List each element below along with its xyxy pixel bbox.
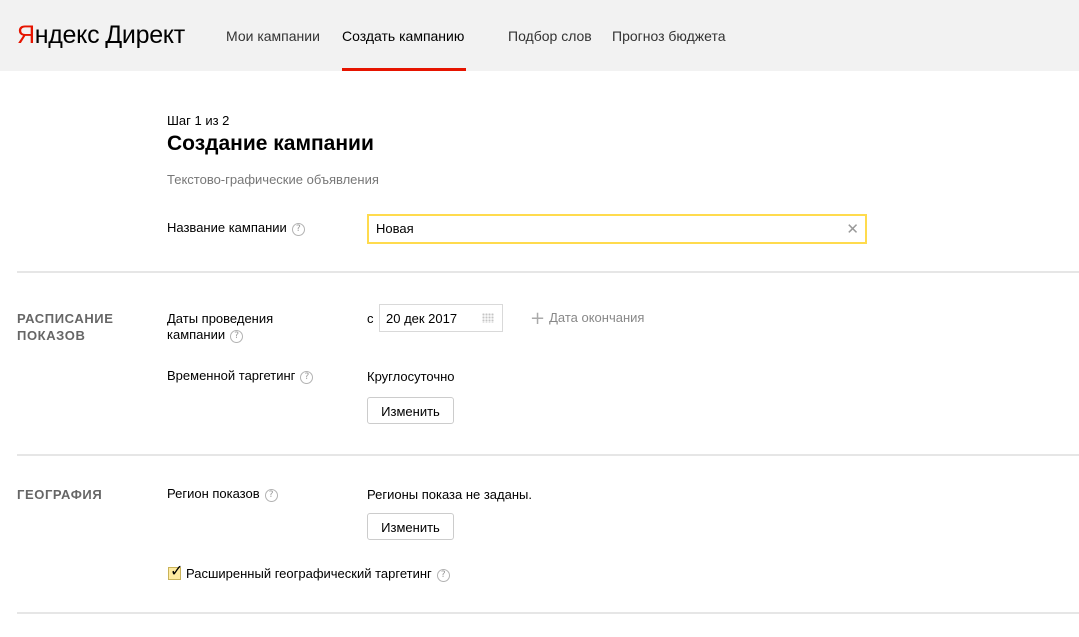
yandex-direct-logo[interactable]: Яндекс Директ (17, 20, 185, 50)
change-region-button[interactable]: Изменить (367, 513, 454, 540)
page-subtitle: Текстово-графические объявления (167, 172, 379, 187)
region-label: Регион показов? (167, 486, 278, 502)
start-date-value[interactable]: 20 дек 2017 (386, 311, 457, 327)
extended-geo-targeting-text: Расширенный географический таргетинг (186, 566, 432, 581)
schedule-section-title-line1: РАСПИСАНИЕ (17, 311, 114, 326)
campaign-name-label: Название кампании? (167, 220, 305, 236)
help-icon[interactable]: ? (300, 371, 314, 384)
time-targeting-label: Временной таргетинг? (167, 368, 314, 384)
section-divider (17, 454, 1079, 456)
schedule-section-title-line2: ПОКАЗОВ (17, 328, 86, 343)
active-tab-indicator (342, 68, 466, 71)
close-icon[interactable]: ✕ (846, 219, 859, 239)
campaign-name-value[interactable]: Новая (376, 221, 414, 237)
time-targeting-value: Круглосуточно (367, 369, 455, 384)
extended-geo-targeting-checkbox[interactable]: ✓ (168, 563, 183, 580)
time-targeting-label-text: Временной таргетинг (167, 368, 296, 383)
from-prefix: с (367, 311, 374, 326)
section-divider (17, 271, 1079, 273)
campaign-dates-label-line2: кампании (167, 327, 226, 342)
change-time-targeting-button[interactable]: Изменить (367, 397, 454, 424)
help-icon[interactable]: ? (436, 569, 450, 582)
step-indicator: Шаг 1 из 2 (167, 113, 230, 128)
add-end-date-link[interactable]: + Дата окончания (530, 308, 645, 329)
help-icon[interactable]: ? (230, 330, 244, 343)
nav-create-campaign[interactable]: Создать кампанию (342, 27, 464, 45)
help-icon[interactable]: ? (291, 223, 305, 236)
top-header: Яндекс Директ Мои кампании Создать кампан… (0, 0, 1079, 71)
checkmark-icon: ✓ (170, 561, 184, 580)
page-title: Создание кампании (167, 132, 374, 155)
campaign-name-label-text: Название кампании (167, 220, 287, 235)
geography-section-title: ГЕОГРАФИЯ (17, 487, 103, 502)
section-divider (17, 612, 1079, 614)
calendar-icon[interactable] (482, 313, 494, 323)
logo-product: Директ (105, 21, 185, 49)
campaign-dates-label-line1: Даты проведения (167, 311, 274, 326)
nav-budget-forecast[interactable]: Прогноз бюджета (612, 27, 726, 45)
help-icon[interactable]: ? (264, 489, 278, 502)
start-date-picker[interactable]: 20 дек 2017 (379, 304, 503, 332)
extended-geo-targeting-label[interactable]: Расширенный географический таргетинг? (186, 566, 450, 582)
schedule-section-title: РАСПИСАНИЕ ПОКАЗОВ (17, 310, 114, 344)
nav-word-selection[interactable]: Подбор слов (508, 27, 592, 45)
campaign-name-input[interactable]: Новая ✕ (367, 214, 867, 244)
logo-brand: Яндекс (17, 21, 100, 49)
add-end-date-label: Дата окончания (549, 310, 645, 325)
nav-my-campaigns[interactable]: Мои кампании (226, 27, 320, 45)
region-label-text: Регион показов (167, 486, 260, 501)
plus-icon: + (530, 308, 546, 329)
region-value: Регионы показа не заданы. (367, 487, 532, 502)
campaign-dates-label: Даты проведения кампании? (167, 311, 273, 343)
